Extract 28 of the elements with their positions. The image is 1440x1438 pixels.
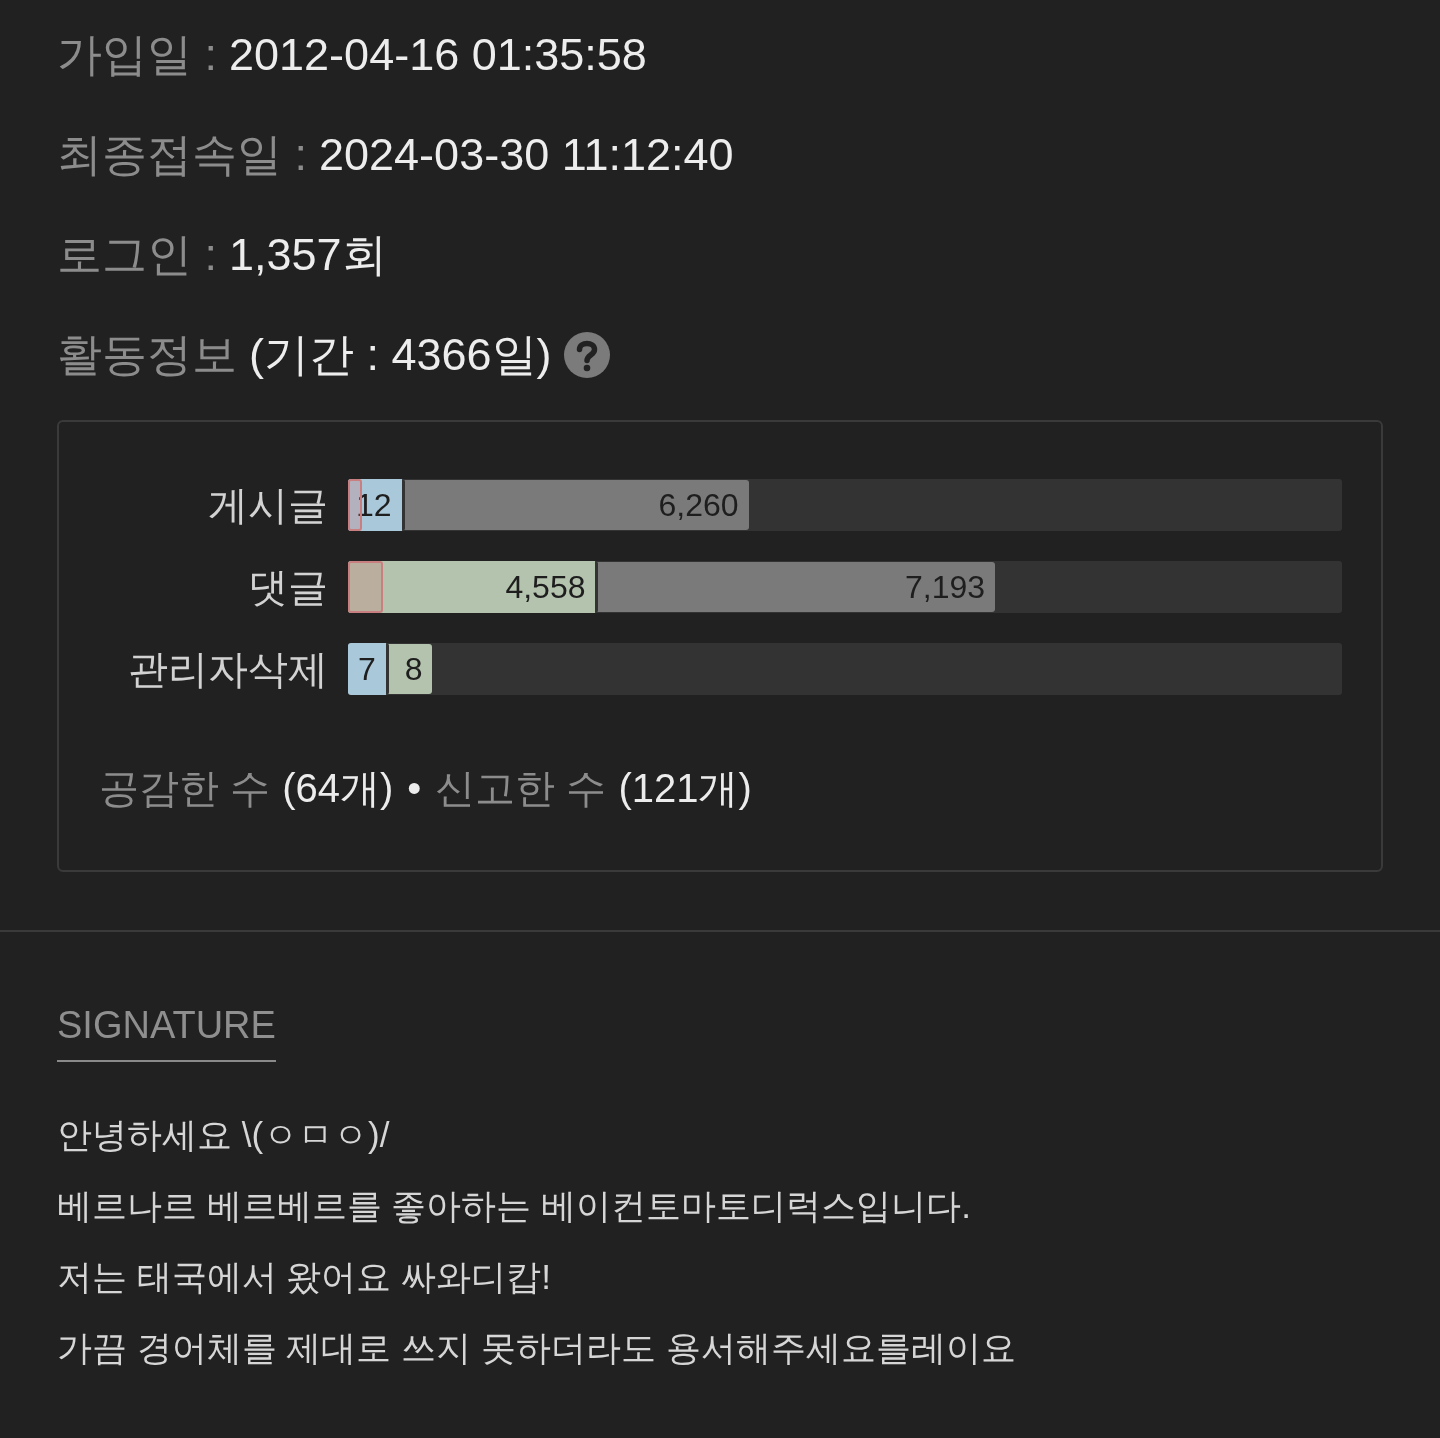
bullet-separator: • — [406, 765, 423, 811]
signature-line: 가끔 경어체를 제대로 쓰지 못하더라도 용서해주세요를레이요 — [57, 1327, 1016, 1369]
stat-label: 공감한 수 — [99, 764, 271, 812]
category-label: 게시글 — [208, 482, 328, 529]
bar-value: 8 — [404, 651, 423, 687]
stat-label: 신고한 수 — [435, 764, 607, 812]
category-label: 댓글 — [248, 564, 328, 611]
info-label: 가입일 : — [57, 28, 217, 82]
category-label: 관리자삭제 — [128, 646, 328, 693]
info-value: 1,357회 — [229, 228, 387, 282]
bar-value: 7,193 — [905, 569, 986, 605]
bar-value: 7 — [357, 651, 376, 687]
stat-value: (64개) — [282, 764, 394, 812]
signature-line: 저는 태국에서 왔어요 싸와디캅! — [57, 1256, 551, 1298]
section-title: 활동정보 — [57, 328, 237, 382]
bar-value: 6,260 — [658, 487, 739, 523]
bar-value: 12 — [356, 487, 392, 523]
signature-title: SIGNATURE — [57, 1000, 276, 1062]
period-text: (기간 : 4366일) — [249, 328, 552, 382]
info-value: 2012-04-16 01:35:58 — [229, 29, 647, 81]
info-label: 로그인 : — [57, 228, 217, 282]
help-icon[interactable] — [563, 332, 610, 378]
stat-value: (121개) — [618, 764, 752, 812]
info-label: 최종접속일 : — [57, 128, 307, 182]
bar-value: 4,558 — [505, 569, 586, 605]
info-value: 2024-03-30 11:12:40 — [319, 129, 734, 181]
signature-line: 안녕하세요 \(ㅇㅁㅇ)/ — [57, 1114, 390, 1156]
signature-line: 베르나르 베르베르를 좋아하는 베이컨토마토디럭스입니다. — [57, 1185, 971, 1227]
